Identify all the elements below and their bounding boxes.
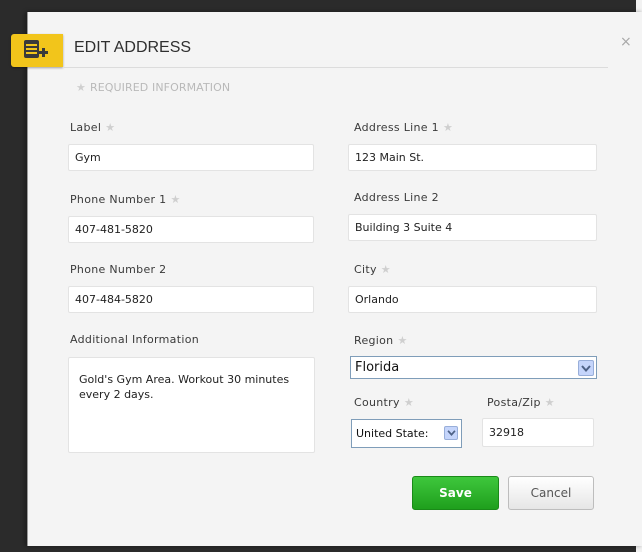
country-select[interactable]: United State: (351, 419, 462, 448)
required-star-icon: ★ (76, 81, 86, 94)
address1-label-text: Address Line 1 (354, 121, 439, 134)
required-star-icon: ★ (380, 263, 391, 276)
phone1-input[interactable]: 407-481-5820 (68, 216, 314, 243)
address2-input[interactable]: Building 3 Suite 4 (348, 214, 597, 241)
zip-field-label: Posta/Zip ★ (487, 396, 555, 409)
title-divider (64, 67, 608, 68)
required-star-icon: ★ (170, 193, 181, 206)
chevron-down-icon[interactable] (578, 360, 594, 376)
zip-input[interactable]: 32918 (482, 418, 594, 447)
region-selected-value: Florida (355, 360, 400, 375)
address2-field-label: Address Line 2 (354, 191, 439, 204)
label-label-text: Label (70, 121, 102, 134)
required-information-note: ★ REQUIRED INFORMATION (76, 81, 230, 94)
phone2-field-label: Phone Number 2 (70, 263, 167, 276)
cancel-button[interactable]: Cancel (508, 476, 594, 510)
save-button[interactable]: Save (412, 476, 499, 510)
city-label-text: City (354, 263, 377, 276)
dialog-title: EDIT ADDRESS (74, 39, 192, 56)
address1-input[interactable]: 123 Main St. (348, 144, 597, 171)
city-field-label: City ★ (354, 263, 391, 276)
phone1-field-label: Phone Number 1 ★ (70, 193, 181, 206)
country-selected-value: United State: (356, 427, 429, 440)
required-note-text: REQUIRED INFORMATION (89, 81, 231, 94)
required-star-icon: ★ (397, 334, 408, 347)
city-input[interactable]: Orlando (348, 286, 597, 313)
address-book-add-icon (24, 40, 48, 58)
country-field-label: Country ★ (354, 396, 414, 409)
region-select[interactable]: Florida (350, 356, 597, 379)
phone2-input[interactable]: 407-484-5820 (68, 286, 314, 313)
required-star-icon: ★ (105, 121, 116, 134)
required-star-icon: ★ (544, 396, 555, 409)
label-field-label: Label ★ (70, 121, 115, 134)
close-icon[interactable]: × (620, 34, 632, 50)
region-label-text: Region (354, 334, 394, 347)
dialog-badge (11, 34, 63, 67)
address1-field-label: Address Line 1 ★ (354, 121, 453, 134)
label-input[interactable]: Gym (68, 144, 314, 171)
required-star-icon: ★ (442, 121, 454, 134)
phone1-label-text: Phone Number 1 (70, 193, 167, 206)
region-field-label: Region ★ (354, 334, 408, 347)
additional-info-label: Additional Information (70, 333, 199, 346)
additional-info-textarea[interactable]: Gold's Gym Area. Workout 30 minutes ever… (68, 357, 315, 453)
country-label-text: Country (354, 396, 400, 409)
zip-label-text: Posta/Zip (487, 396, 541, 409)
required-star-icon: ★ (403, 396, 414, 409)
chevron-down-icon[interactable] (444, 426, 458, 440)
